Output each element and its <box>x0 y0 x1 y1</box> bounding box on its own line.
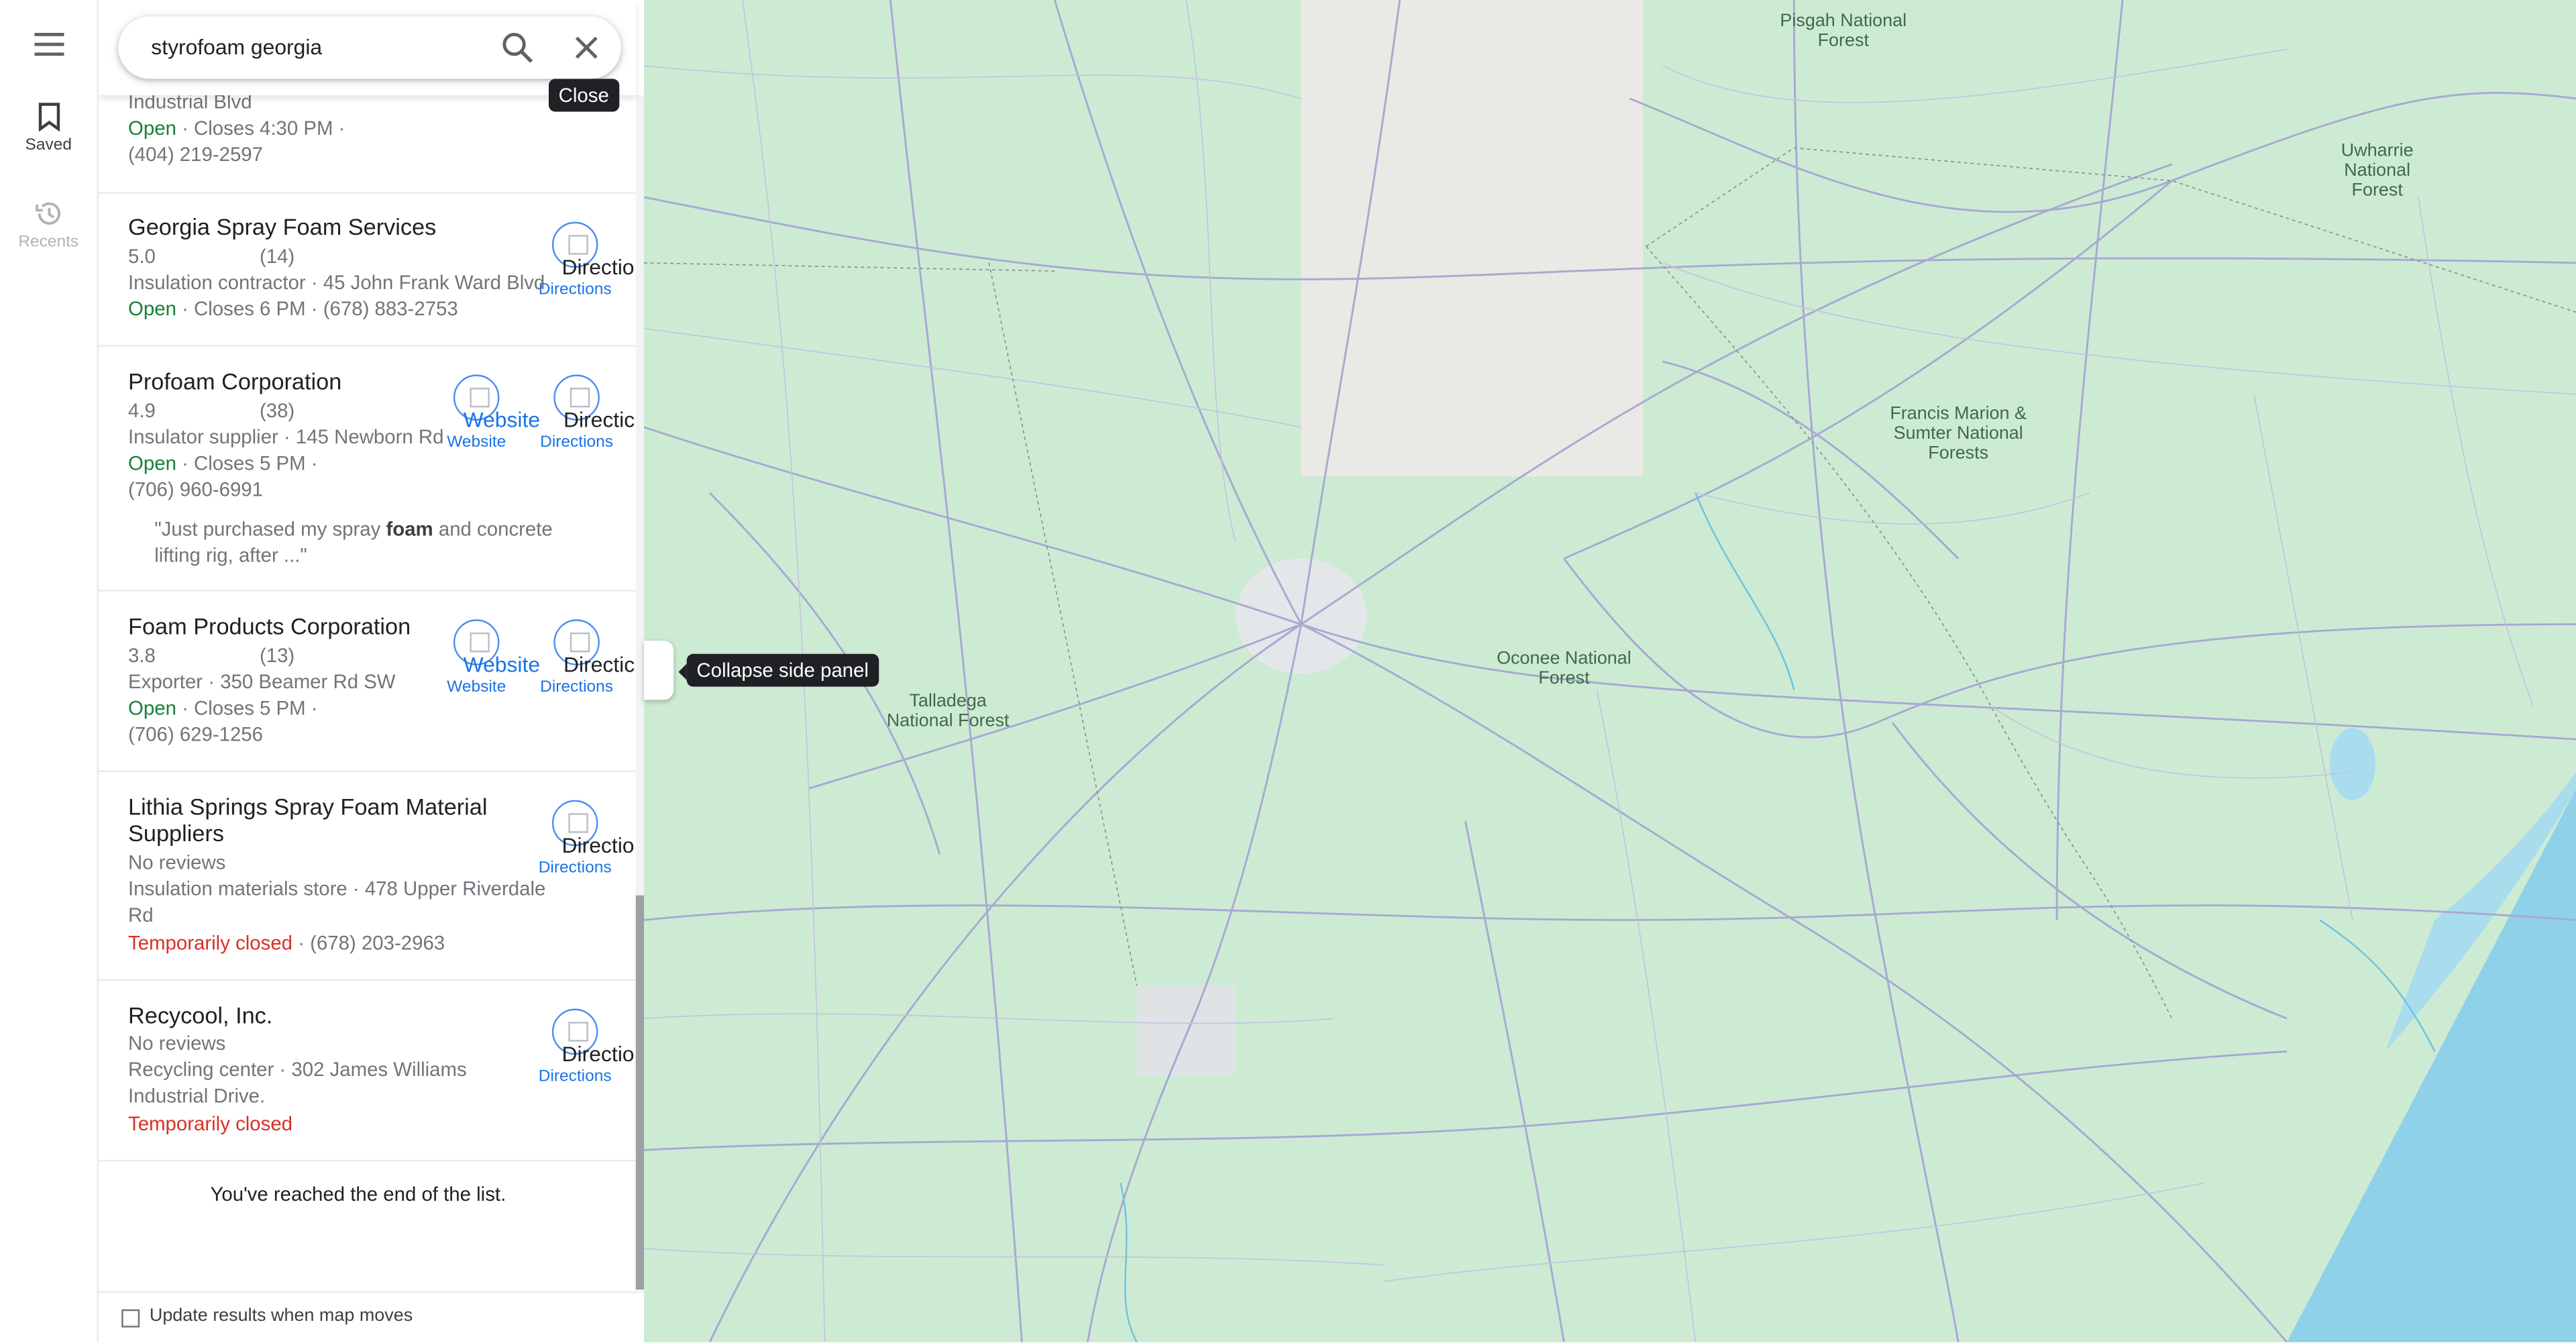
website-label-overflow: Website <box>463 407 541 433</box>
map-label-pisgah: Pisgah National Forest <box>1780 11 1907 51</box>
rating-line: 4.9 (38) <box>128 398 294 424</box>
directions-label: Directions <box>538 859 612 877</box>
search-box[interactable]: styrofoam georgia <box>118 16 621 79</box>
open-status: Open <box>128 451 176 475</box>
saved-button[interactable]: Saved <box>0 102 97 154</box>
website-label: Website <box>447 433 506 452</box>
update-results-label[interactable]: Update results when map moves <box>150 1306 413 1326</box>
category-address: Insulator supplier · 145 Newborn Rd <box>128 425 444 449</box>
reviews-text: No reviews <box>128 1031 226 1055</box>
recents-label: Recents <box>18 233 79 252</box>
hamburger-menu-icon <box>34 32 64 56</box>
end-of-list-message: You've reached the end of the list. <box>210 1183 506 1206</box>
close-icon[interactable] <box>568 30 604 66</box>
hours-phone: Closes 6 PM · (678) 883-2753 <box>194 297 458 321</box>
directions-label-overflow: Directic <box>564 407 635 433</box>
bookmark-icon <box>38 103 59 131</box>
category-address: Insulation contractor · 45 John Frank Wa… <box>128 271 545 294</box>
map-label-uwharrie: Uwharrie National Forest <box>2341 141 2414 201</box>
history-icon <box>34 202 60 225</box>
result-hours-line: Open · Closes 5 PM · <box>128 696 318 720</box>
review-count: (14) <box>259 244 295 268</box>
category-address: Recycling center · 302 James Williams <box>128 1058 467 1081</box>
hours: Closes 5 PM · <box>194 696 318 720</box>
phone: (706) 960-6991 <box>128 478 263 501</box>
snippet-highlight: foam <box>386 517 433 541</box>
rating: 5.0 <box>128 244 156 268</box>
saved-label: Saved <box>25 136 72 155</box>
directions-label: Directions <box>540 433 614 452</box>
rating: 3.8 <box>128 644 156 667</box>
open-status: Open <box>128 696 176 720</box>
result-item[interactable]: Foam Products Corporation 3.8 (13) Export… <box>98 590 636 773</box>
directions-label-overflow: Directio <box>561 1041 635 1067</box>
website-label: Website <box>447 678 506 697</box>
category-address: Insulation materials store · 478 Upper R… <box>128 877 546 901</box>
website-label-overflow: Website <box>463 652 541 677</box>
result-name[interactable]: Foam Products Corporation <box>128 612 411 639</box>
directions-label-overflow: Directic <box>564 652 635 677</box>
map-label-francis-marion: Francis Marion & Sumter National Forests <box>1890 404 2027 464</box>
open-status: Open <box>128 116 176 140</box>
result-hours-line: Open · Closes 5 PM · <box>128 451 318 475</box>
collapse-tooltip: Collapse side panel <box>678 653 879 687</box>
directions-label-overflow: Directio <box>561 254 635 280</box>
map-tile-gap <box>1301 0 1643 477</box>
rating-line: 5.0 (14) <box>128 243 294 269</box>
urban-area <box>1136 985 1236 1077</box>
address-continued: Rd <box>128 903 154 927</box>
address-continued: Industrial Drive. <box>128 1084 266 1108</box>
lake <box>2329 727 2376 800</box>
open-status: Open <box>128 297 176 321</box>
directions-label: Directions <box>540 678 614 697</box>
phone: (404) 219-2597 <box>128 143 263 166</box>
closed-status: Temporarily closed <box>128 931 293 955</box>
hours: Closes 5 PM · <box>194 451 318 475</box>
phone: · (678) 203-2963 <box>298 931 445 955</box>
results-panel: styrofoam georgia Close Industrial Blvd … <box>98 0 645 1342</box>
rating: 4.9 <box>128 399 156 423</box>
snippet-text: "Just purchased my spray <box>154 517 386 541</box>
phone: (706) 629-1256 <box>128 722 263 746</box>
result-item[interactable]: Georgia Spray Foam Services 5.0 (14) Insu… <box>98 193 636 347</box>
search-input[interactable]: styrofoam georgia <box>151 34 322 59</box>
result-name[interactable]: Lithia Springs Spray Foam Material Suppl… <box>128 794 490 846</box>
closed-status: Temporarily closed <box>128 1112 293 1136</box>
result-hours-line: Open · Closes 4:30 PM · <box>128 116 345 140</box>
result-name[interactable]: Recycool, Inc. <box>128 1002 272 1028</box>
result-hours-line: Open · Closes 6 PM · (678) 883-2753 <box>128 297 458 321</box>
search-icon[interactable] <box>499 30 535 66</box>
close-tooltip: Close <box>548 78 619 112</box>
result-item[interactable]: Profoam Corporation 4.9 (38) Insulator su… <box>98 345 636 592</box>
recents-button[interactable]: Recents <box>0 199 97 252</box>
directions-label: Directions <box>538 280 612 299</box>
review-count: (38) <box>259 399 295 423</box>
result-name[interactable]: Georgia Spray Foam Services <box>128 213 436 239</box>
result-item[interactable]: Recycool, Inc. No reviews Recycling cent… <box>98 979 636 1162</box>
map-canvas[interactable]: Pisgah National Forest Uwharrie National… <box>644 0 2576 1342</box>
result-item[interactable]: Lithia Springs Spray Foam Material Suppl… <box>98 771 636 981</box>
result-name[interactable]: Profoam Corporation <box>128 368 341 394</box>
result-hours-line: Temporarily closed · (678) 203-2963 <box>128 930 445 956</box>
collapse-panel-button[interactable] <box>644 641 674 700</box>
rating-line: 3.8 (13) <box>128 643 294 669</box>
update-results-bar: Update results when map moves <box>98 1291 645 1342</box>
review-snippet: "Just purchased my spray foam and concre… <box>154 516 598 568</box>
menu-button[interactable] <box>0 32 97 61</box>
directions-label: Directions <box>538 1067 612 1086</box>
map-label-talladega: Talladega National Forest <box>886 692 1010 731</box>
hours: Closes 4:30 PM · <box>194 116 345 140</box>
map-label-oconee: Oconee National Forest <box>1497 649 1631 689</box>
review-count: (13) <box>259 644 295 667</box>
ocean <box>2287 788 2576 1342</box>
reviews-text: No reviews <box>128 851 226 874</box>
left-rail: Saved Recents <box>0 0 99 1342</box>
scrollbar-thumb[interactable] <box>635 895 645 1290</box>
update-results-checkbox[interactable] <box>121 1309 140 1328</box>
directions-label-overflow: Directio <box>561 832 635 858</box>
category-address: Exporter · 350 Beamer Rd SW <box>128 670 396 694</box>
maps-page: Saved Recents styrofoam georgia Close In… <box>0 0 2576 1342</box>
